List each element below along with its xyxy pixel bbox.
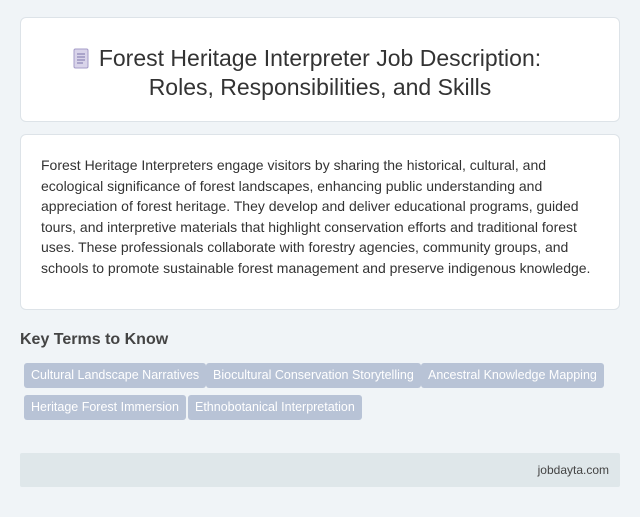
- key-term-tag[interactable]: Biocultural Conservation Storytelling: [206, 363, 421, 388]
- footer-site-link[interactable]: jobdayta.com: [538, 463, 609, 477]
- key-terms-heading: Key Terms to Know: [20, 331, 169, 348]
- page-title-line-2: Roles, Responsibilities, and Skills: [148, 74, 492, 100]
- page-title-line-1: Forest Heritage Interpreter Job Descript…: [98, 45, 542, 71]
- intro-card: Forest Heritage Interpreters engage visi…: [20, 134, 620, 310]
- title-card: Forest Heritage Interpreter Job Descript…: [20, 17, 620, 122]
- intro-paragraph: Forest Heritage Interpreters engage visi…: [41, 157, 591, 276]
- footer: jobdayta.com: [20, 453, 620, 487]
- key-term-tag[interactable]: Ethnobotanical Interpretation: [188, 395, 362, 420]
- page-title: Forest Heritage Interpreter Job Descript…: [21, 44, 619, 102]
- key-term-tag[interactable]: Cultural Landscape Narratives: [24, 363, 207, 388]
- key-term-tag[interactable]: Ancestral Knowledge Mapping: [421, 363, 604, 388]
- key-term-tag[interactable]: Heritage Forest Immersion: [24, 395, 186, 420]
